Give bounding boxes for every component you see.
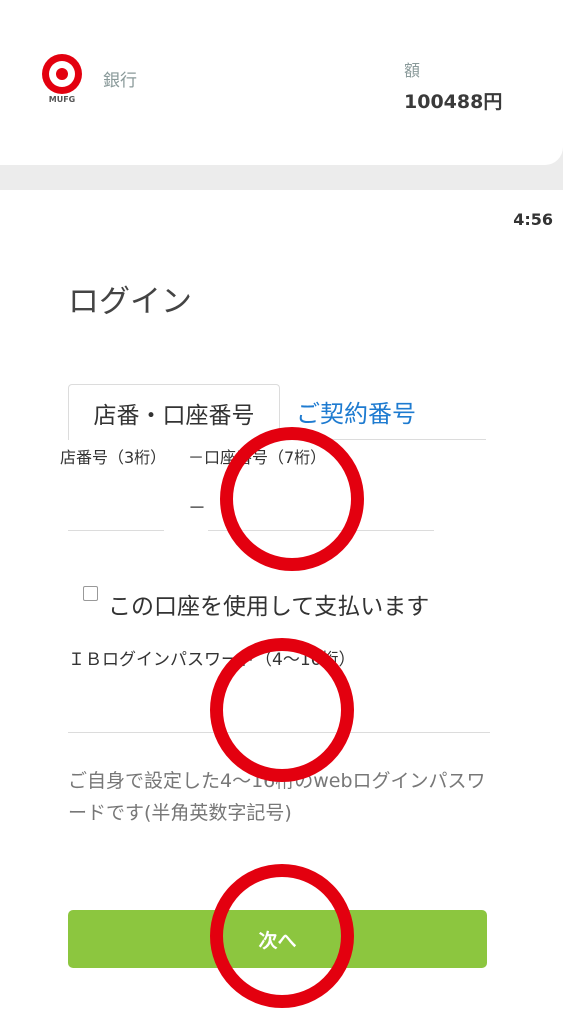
save-account-checkbox[interactable] — [83, 586, 98, 601]
amount-value: 100488円 — [404, 91, 503, 113]
payment-summary-card: MUFG 銀行 額 100488円 — [0, 0, 563, 165]
tab-contract-number[interactable]: ご契約番号 — [296, 394, 416, 429]
branch-number-label: 店番号（3桁） — [60, 448, 167, 467]
annotation-circle-next — [210, 864, 354, 1008]
separator-dash: － — [188, 498, 206, 519]
annotation-circle-password — [210, 638, 354, 782]
countdown-timer: 4:56 — [513, 210, 553, 229]
tab-branch-account[interactable]: 店番・口座番号 — [68, 384, 280, 440]
amount-label: 額 — [404, 61, 421, 80]
save-account-label[interactable]: この口座を使用して支払います — [108, 587, 429, 621]
annotation-circle-account — [220, 427, 364, 571]
page-title: ログイン — [68, 284, 192, 320]
branch-number-input[interactable] — [68, 480, 164, 531]
mufg-logo-icon: MUFG — [42, 54, 82, 104]
bank-name: 銀行 — [103, 71, 137, 91]
logo-text: MUFG — [49, 95, 76, 104]
